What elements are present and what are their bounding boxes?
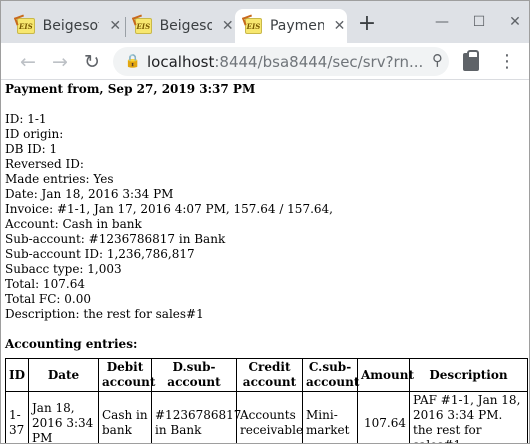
url-path: :8444/bsa8444/sec/srv?rn... — [214, 52, 424, 71]
column-header: Amount — [357, 358, 414, 392]
column-header: C.sub-account — [302, 358, 359, 392]
eis-favicon-icon: EIS — [17, 18, 35, 34]
page-content: Payment from, Sep 27, 2019 3:37 PM ID: 1… — [1, 80, 529, 443]
tab-1[interactable]: EIS Beigesof ✕ — [7, 9, 123, 43]
field-invoice: Invoice: #1-1, Jan 17, 2016 4:07 PM, 157… — [5, 202, 333, 216]
tab-title: Beigesof — [159, 18, 213, 34]
close-window-icon[interactable]: ✕ — [504, 11, 526, 33]
page-title: Payment from, Sep 27, 2019 3:37 PM — [5, 82, 256, 96]
field-sub-account: Sub-account: #1236786817 in Bank — [5, 232, 226, 246]
field-db-id: DB ID: 1 — [5, 142, 58, 156]
cell-id: 1-37 — [5, 391, 29, 443]
tab-title: Payment — [269, 18, 324, 34]
new-tab-button[interactable]: + — [356, 13, 378, 35]
toolbar: ← → ↻ 🔒 localhost:8444/bsa8444/sec/srv?r… — [1, 43, 529, 80]
cell-debit-sub-account: #1236786817 in Bank — [151, 391, 241, 443]
lock-icon: 🔒 — [124, 54, 142, 69]
table-row: 1-37 Jan 18, 2016 3:34 PM Cash in bank #… — [5, 391, 528, 443]
field-date: Date: Jan 18, 2016 3:34 PM — [5, 187, 174, 201]
field-total-fc: Total FC: 0.00 — [5, 292, 92, 306]
field-made-entries: Made entries: Yes — [5, 172, 114, 186]
field-sub-account-id: Sub-account ID: 1,236,786,817 — [5, 247, 195, 261]
minimize-icon[interactable]: — — [431, 11, 453, 33]
tab-3-active[interactable]: EIS Payment ✕ — [235, 9, 347, 43]
browser-window: EIS Beigesof ✕ EIS Beigesof ✕ EIS Paymen… — [0, 0, 530, 444]
table-header-row: ID Date Debit account D.sub-account Cred… — [5, 358, 528, 392]
eis-favicon-icon: EIS — [135, 18, 152, 34]
close-icon[interactable]: ✕ — [220, 18, 235, 34]
cell-credit-account: Accounts receivable — [236, 391, 303, 443]
field-id: ID: 1-1 — [5, 112, 47, 126]
column-header: ID — [5, 358, 29, 392]
column-header: Credit account — [236, 358, 303, 392]
tab-title: Beigesof — [42, 18, 100, 34]
eis-favicon-icon: EIS — [245, 18, 262, 34]
field-account: Account: Cash in bank — [5, 217, 142, 231]
clipboard-extension-icon[interactable] — [463, 50, 479, 71]
back-arrow-icon[interactable]: ← — [15, 49, 41, 75]
column-header: D.sub-account — [151, 358, 237, 392]
url-host: localhost — [147, 52, 215, 71]
cell-credit-sub-account: Mini-market — [302, 391, 358, 443]
cell-description: PAF #1-1, Jan 18, 2016 3:34 PM. the rest… — [409, 391, 528, 443]
cell-debit-account: Cash in bank — [98, 391, 152, 443]
column-header: Description — [409, 358, 528, 392]
tab-2[interactable]: EIS Beigesof ✕ — [125, 9, 235, 43]
forward-arrow-icon[interactable]: → — [47, 49, 73, 75]
field-description: Description: the rest for sales#1 — [5, 307, 204, 321]
close-icon[interactable]: ✕ — [107, 18, 123, 34]
field-total: Total: 107.64 — [5, 277, 85, 291]
field-subacc-type: Subacc type: 1,003 — [5, 262, 122, 276]
accounting-entries-title: Accounting entries: — [5, 337, 138, 351]
field-id-origin: ID origin: — [5, 127, 64, 141]
close-icon[interactable]: ✕ — [332, 18, 347, 34]
address-bar[interactable]: 🔒 localhost:8444/bsa8444/sec/srv?rn... ⚲ — [113, 47, 449, 76]
accounting-entries-table: ID Date Debit account D.sub-account Cred… — [5, 358, 528, 443]
column-header: Date — [28, 358, 99, 392]
cell-date: Jan 18, 2016 3:34 PM — [28, 391, 99, 443]
zoom-icon[interactable]: ⚲ — [432, 51, 443, 69]
tab-strip: EIS Beigesof ✕ EIS Beigesof ✕ EIS Paymen… — [1, 1, 529, 43]
column-header: Debit account — [98, 358, 155, 392]
cell-amount: 107.64 — [357, 391, 410, 443]
maximize-icon[interactable]: ☐ — [468, 11, 490, 33]
reload-icon[interactable]: ↻ — [79, 49, 105, 75]
menu-kebab-icon[interactable]: ⋮ — [497, 51, 517, 73]
field-reversed-id: Reversed ID: — [5, 157, 84, 171]
